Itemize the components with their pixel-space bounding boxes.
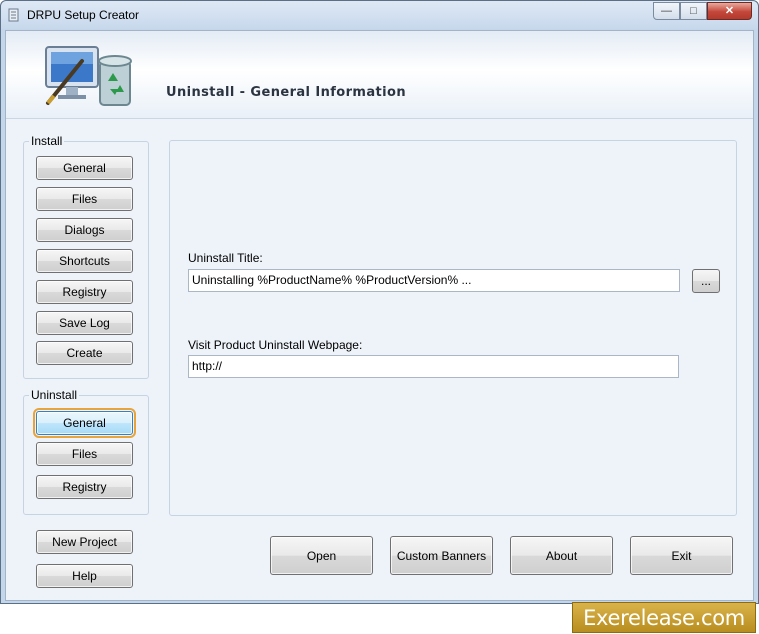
general-info-panel: Uninstall Title: Uninstalling %ProductNa… xyxy=(169,140,737,516)
recycle-bin-icon xyxy=(98,55,132,106)
uninstall-group-label: Uninstall xyxy=(29,388,80,402)
uninstall-title-field[interactable]: Uninstalling %ProductName% %ProductVersi… xyxy=(188,269,680,292)
uninstall-files-button[interactable]: Files xyxy=(36,442,133,466)
watermark-logo: Exerelease.com xyxy=(572,602,756,633)
title-bar: DRPU Setup Creator — □ ✕ xyxy=(1,1,758,29)
client-area: Uninstall - General Information Install … xyxy=(5,30,754,601)
maximize-button[interactable]: □ xyxy=(680,2,707,20)
close-button[interactable]: ✕ xyxy=(707,2,752,20)
app-window: DRPU Setup Creator — □ ✕ Uninstall - Gen… xyxy=(0,0,759,604)
window-title: DRPU Setup Creator xyxy=(27,8,140,22)
install-group-label: Install xyxy=(29,134,65,148)
about-button[interactable]: About xyxy=(510,536,613,575)
install-shortcuts-button[interactable]: Shortcuts xyxy=(36,249,133,273)
monitor-pen-icon xyxy=(45,46,132,106)
webpage-label: Visit Product Uninstall Webpage: xyxy=(188,338,363,352)
browse-button[interactable]: ... xyxy=(692,269,720,293)
uninstall-general-button[interactable]: General xyxy=(33,408,136,438)
new-project-button[interactable]: New Project xyxy=(36,530,133,554)
uninstall-title-label: Uninstall Title: xyxy=(188,251,263,265)
install-general-button[interactable]: General xyxy=(36,156,133,180)
exit-button[interactable]: Exit xyxy=(630,536,733,575)
minimize-button[interactable]: — xyxy=(653,2,680,20)
webpage-url-field[interactable]: http:// xyxy=(188,355,679,378)
install-files-button[interactable]: Files xyxy=(36,187,133,211)
help-button[interactable]: Help xyxy=(36,564,133,588)
app-icon xyxy=(8,8,19,22)
install-dialogs-button[interactable]: Dialogs xyxy=(36,218,133,242)
page-title: Uninstall - General Information xyxy=(166,85,406,100)
install-create-button[interactable]: Create xyxy=(36,341,133,365)
install-registry-button[interactable]: Registry xyxy=(36,280,133,304)
open-button[interactable]: Open xyxy=(270,536,373,575)
header-banner: Uninstall - General Information xyxy=(6,31,753,119)
custom-banners-button[interactable]: Custom Banners xyxy=(390,536,493,575)
uninstall-registry-button[interactable]: Registry xyxy=(36,475,133,499)
install-save-log-button[interactable]: Save Log xyxy=(36,311,133,335)
caption-buttons: — □ ✕ xyxy=(653,2,752,20)
